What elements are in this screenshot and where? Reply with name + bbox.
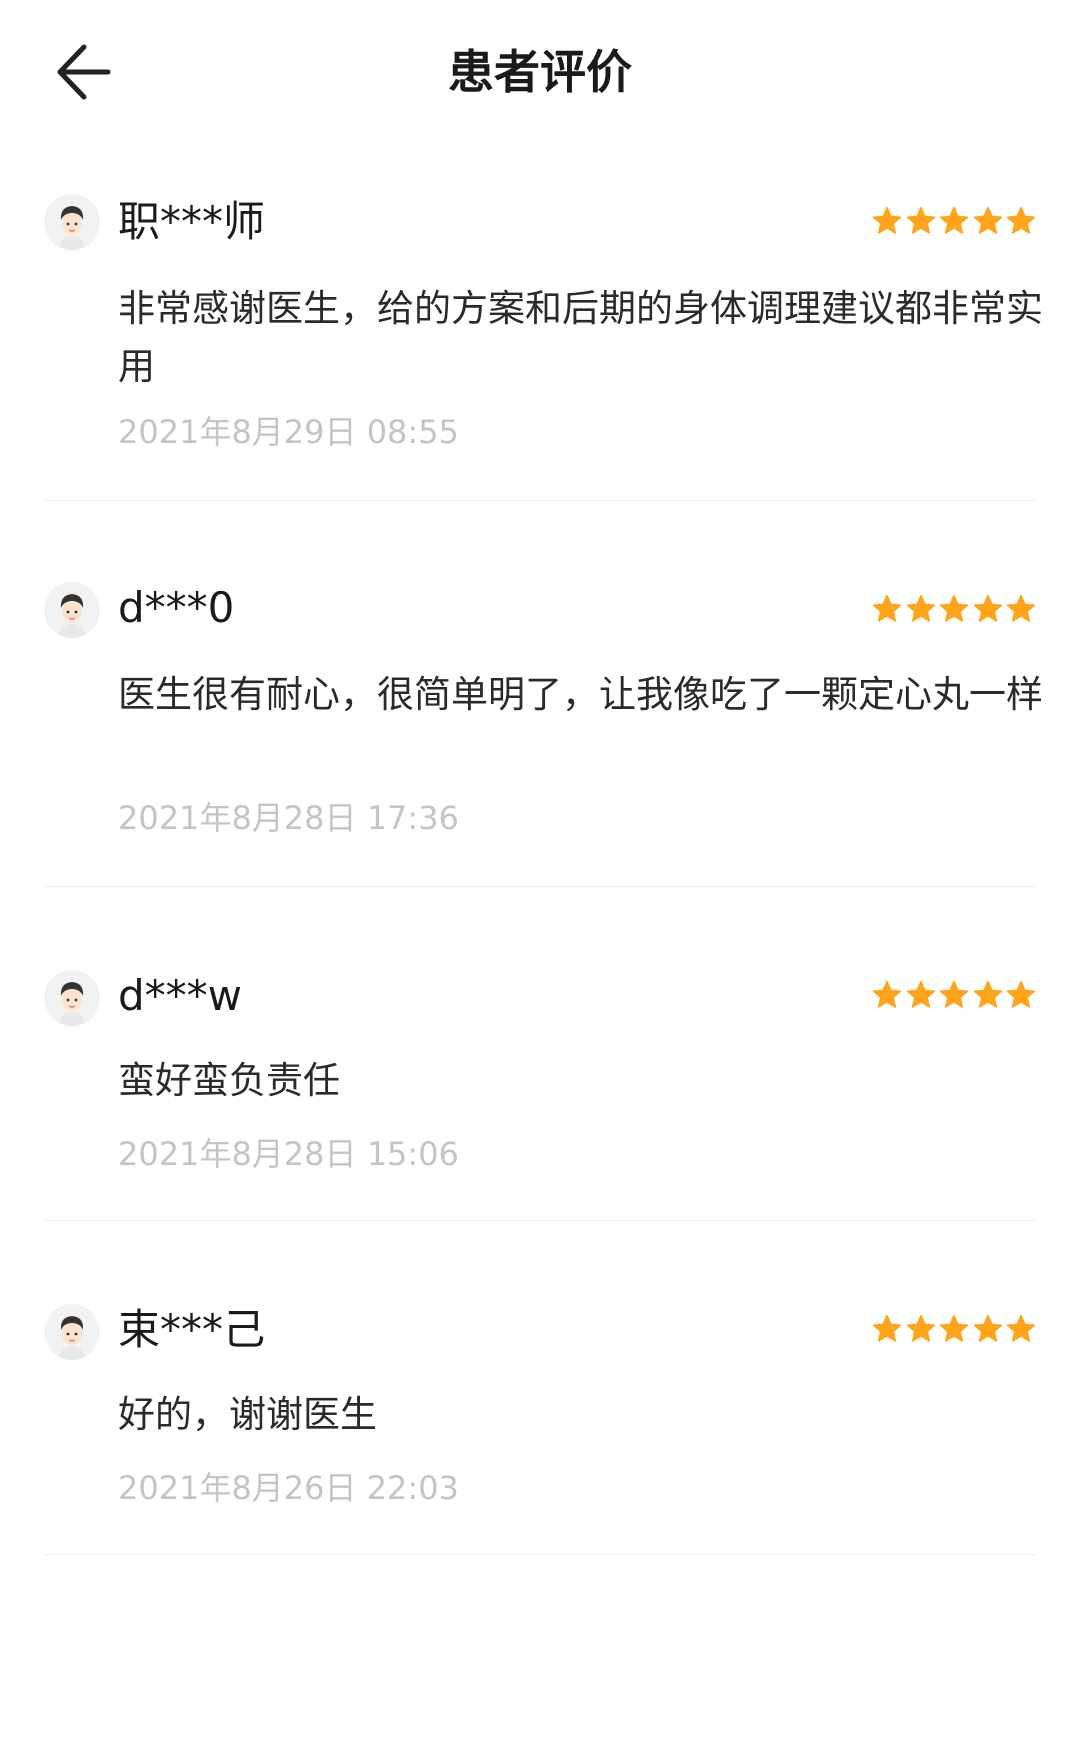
review-date: 2021年8月28日 15:06 [118,1135,459,1173]
star-icon [939,980,969,1008]
review-date: 2021年8月26日 22:03 [118,1469,459,1507]
star-icon [906,980,935,1008]
star-icon [939,594,969,622]
review-item: 职***师 非常感谢医生，给的方案和后期的身体调理建议都非常实用 2021年8月… [44,190,1043,501]
reviewer-name: 束***己 [118,1305,266,1354]
star-icon [939,206,969,234]
star-icon [906,1314,935,1342]
review-item: d***w 蛮好蛮负责任 2021年8月28日 15:06 [44,964,1036,1221]
reviewer-name: d***0 [118,583,235,632]
reviewer-name: d***w [118,971,243,1020]
star-icon [872,980,902,1008]
star-icon [906,206,935,234]
star-rating [872,1314,1036,1346]
review-text: 非常感谢医生，给的方案和后期的身体调理建议都非常实用 [118,287,1043,388]
star-icon [872,594,902,622]
star-icon [973,1314,1002,1342]
star-rating [872,206,1036,238]
review-item: d***0 医生很有耐心，很简单明了，让我像吃了一颗定心丸一样 2021年8月2… [44,578,1043,887]
star-icon [1006,594,1036,622]
star-icon [973,594,1002,622]
top-bar: 患者评价 [0,0,1080,150]
star-rating [872,980,1036,1012]
star-icon [973,980,1002,1008]
star-icon [1006,980,1036,1008]
avatar[interactable] [44,582,100,638]
user-avatar-icon [44,194,100,250]
star-icon [1006,1314,1036,1342]
avatar[interactable] [44,1304,100,1360]
star-icon [872,1314,902,1342]
review-text: 好的，谢谢医生 [118,1393,377,1436]
review-date: 2021年8月28日 17:36 [118,799,459,837]
avatar[interactable] [44,970,100,1026]
review-text: 医生很有耐心，很简单明了，让我像吃了一颗定心丸一样 [118,673,1043,716]
review-text: 蛮好蛮负责任 [118,1059,340,1102]
star-icon [872,206,902,234]
review-date: 2021年8月29日 08:55 [118,413,459,451]
star-icon [939,1314,969,1342]
review-item: 束***己 好的，谢谢医生 2021年8月26日 22:03 [44,1298,1036,1555]
star-icon [973,206,1002,234]
star-icon [906,594,935,622]
reviewer-name: 职***师 [118,197,266,246]
star-rating [872,594,1036,626]
user-avatar-icon [44,582,100,638]
star-icon [1006,206,1036,234]
avatar[interactable] [44,194,100,250]
user-avatar-icon [44,1304,100,1360]
user-avatar-icon [44,970,100,1026]
page-title: 患者评价 [448,45,632,99]
